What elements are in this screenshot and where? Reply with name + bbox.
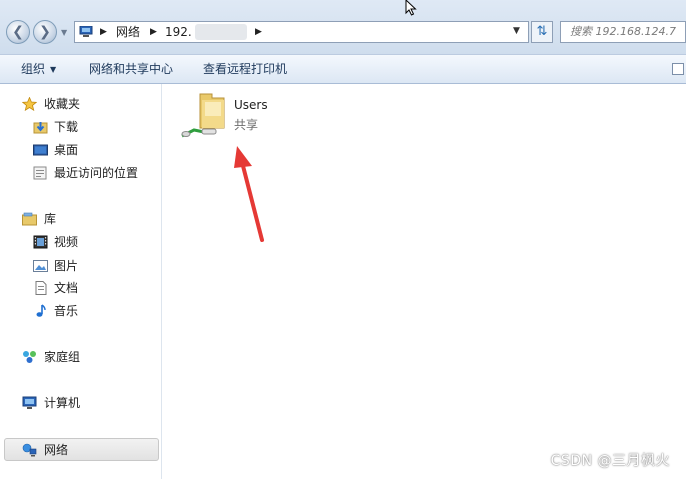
- annotation-arrow-icon: [234, 146, 264, 242]
- item-type: 共享: [234, 118, 259, 132]
- sidebar-item-label: 计算机: [44, 396, 81, 410]
- redacted-host-mask: [195, 24, 247, 40]
- sidebar-item-documents[interactable]: 文档: [0, 278, 162, 298]
- network-computer-icon: [79, 26, 93, 37]
- sidebar-item-label: 桌面: [54, 143, 79, 157]
- document-icon: [35, 281, 47, 295]
- list-item[interactable]: Users 共享: [180, 92, 290, 142]
- back-button[interactable]: ❮: [6, 20, 30, 44]
- sidebar-item-label: 收藏夹: [44, 97, 81, 111]
- star-icon: [22, 97, 37, 111]
- video-icon: [33, 235, 48, 249]
- breadcrumb-separator-icon[interactable]: ▶: [100, 25, 107, 39]
- sidebar-item-libraries[interactable]: 库: [0, 209, 162, 229]
- sidebar-item-label: 音乐: [54, 304, 79, 318]
- address-bar[interactable]: ▶ 网络 ▶ 192. ▶ ▼: [74, 21, 529, 43]
- search-input[interactable]: 搜索 192.168.124.7: [560, 21, 686, 43]
- network-center-button[interactable]: 网络和共享中心: [89, 61, 173, 77]
- navigation-pane: 收藏夹 下载 桌面 最近访问的位置 库 视频 图片 文档 音乐 家庭组 计算机 …: [0, 84, 162, 479]
- breadcrumb-separator-icon[interactable]: ▶: [150, 25, 157, 39]
- refresh-button[interactable]: ⇅: [531, 21, 553, 43]
- sidebar-item-homegroup[interactable]: 家庭组: [0, 347, 162, 367]
- desktop-icon: [33, 144, 48, 156]
- sidebar-item-label: 最近访问的位置: [54, 166, 139, 180]
- sidebar-item-favorites[interactable]: 收藏夹: [0, 94, 162, 114]
- recent-pages-dropdown-icon[interactable]: ▼: [61, 29, 69, 37]
- mouse-cursor-icon: [405, 0, 417, 16]
- network-icon: [22, 443, 37, 457]
- sidebar-item-label: 家庭组: [44, 350, 81, 364]
- item-name: Users: [234, 98, 268, 112]
- chevron-down-icon: ▼: [50, 65, 57, 74]
- sidebar-item-downloads[interactable]: 下载: [0, 117, 162, 137]
- breadcrumb-host[interactable]: 192.: [165, 25, 192, 39]
- sidebar-item-label: 网络: [44, 443, 69, 457]
- sidebar-item-pictures[interactable]: 图片: [0, 256, 162, 276]
- sidebar-item-label: 图片: [54, 259, 79, 273]
- computer-icon: [22, 396, 37, 409]
- sidebar-item-network[interactable]: 网络: [0, 438, 162, 461]
- command-bar: 组织 ▼ 网络和共享中心 查看远程打印机: [0, 54, 686, 84]
- sidebar-item-label: 文档: [54, 281, 79, 295]
- watermark-text: CSDN @三月枫火: [550, 453, 670, 469]
- sidebar-item-computer[interactable]: 计算机: [0, 393, 162, 413]
- library-folder-icon: [22, 212, 37, 226]
- organize-menu-button[interactable]: 组织 ▼: [21, 61, 56, 78]
- forward-arrow-icon: ❯: [39, 24, 51, 40]
- pictures-icon: [33, 260, 48, 272]
- remote-printers-button[interactable]: 查看远程打印机: [203, 61, 287, 77]
- recent-places-icon: [33, 166, 47, 180]
- sidebar-item-desktop[interactable]: 桌面: [0, 140, 162, 160]
- sidebar-item-label: 下载: [54, 120, 79, 134]
- breadcrumb-network[interactable]: 网络: [116, 25, 140, 39]
- refresh-icon: ⇅: [536, 24, 548, 39]
- sidebar-item-recent[interactable]: 最近访问的位置: [0, 163, 162, 183]
- organize-label: 组织: [21, 62, 46, 76]
- breadcrumb-separator-icon[interactable]: ▶: [255, 25, 262, 39]
- change-view-icon[interactable]: [672, 63, 684, 75]
- back-arrow-icon: ❮: [12, 24, 24, 40]
- homegroup-icon: [23, 351, 36, 363]
- sidebar-item-label: 库: [44, 212, 57, 226]
- forward-button[interactable]: ❯: [33, 20, 57, 44]
- sidebar-item-videos[interactable]: 视频: [0, 232, 162, 252]
- music-note-icon: [36, 304, 46, 317]
- address-toolbar: ❮ ❯ ▼ ▶ 网络 ▶ 192. ▶ ▼ ⇅ 搜索 192.168.124.7: [0, 0, 686, 54]
- address-history-dropdown-icon[interactable]: ▼: [513, 26, 520, 36]
- sidebar-item-label: 视频: [54, 235, 79, 249]
- downloads-folder-icon: [33, 122, 48, 134]
- sidebar-item-music[interactable]: 音乐: [0, 301, 162, 321]
- shared-folder-icon: [181, 93, 225, 138]
